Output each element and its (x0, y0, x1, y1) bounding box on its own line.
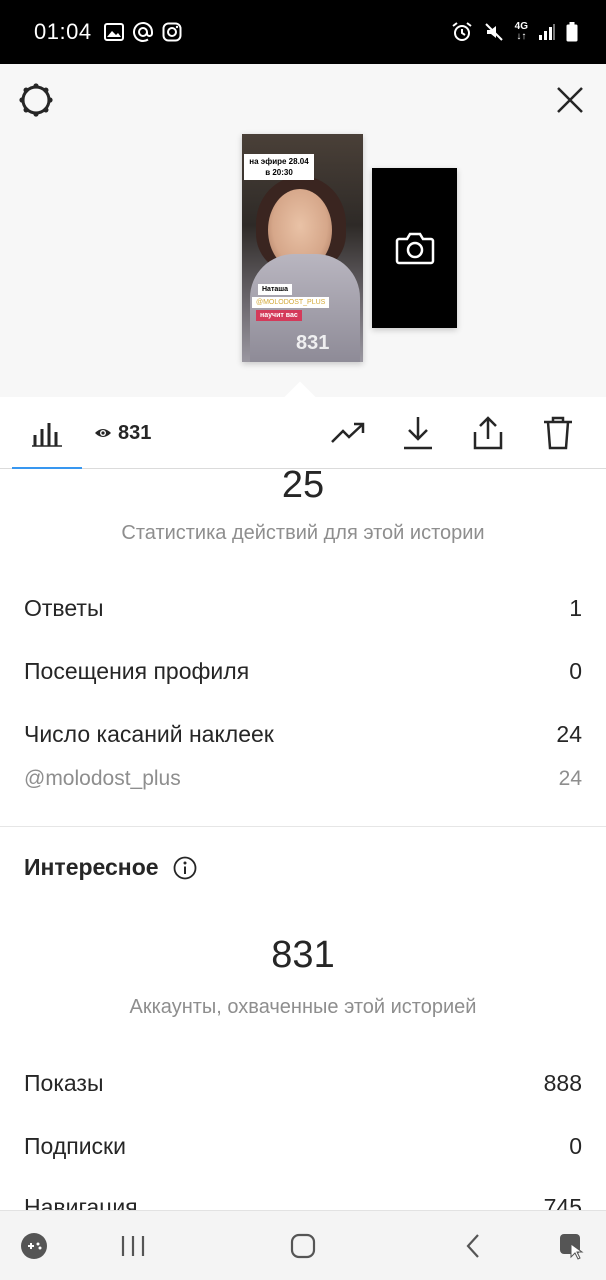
story-mention-sticker: @MOLODOST_PLUS (252, 297, 330, 308)
download-icon (404, 417, 432, 450)
stat-value: 24 (558, 767, 582, 790)
discovery-total: 831 (271, 934, 335, 976)
discovery-section-title: Интересное (24, 854, 197, 881)
touch-screenshot-icon (560, 1234, 584, 1260)
game-launcher-icon (21, 1233, 47, 1259)
tab-insights[interactable] (12, 397, 82, 469)
stat-value: 24 (556, 721, 582, 747)
status-system-icons: 4G ↓↑ (451, 21, 578, 43)
eye-icon (95, 429, 111, 437)
stat-row-follows: Подписки 0 (24, 1133, 582, 1160)
stat-value: 745 (543, 1194, 582, 1210)
gallery-icon (103, 23, 124, 41)
instagram-icon (162, 22, 182, 42)
screenshot-tool-button[interactable] (552, 1226, 592, 1266)
share-icon (473, 416, 503, 450)
viewers-count: 831 (118, 421, 152, 444)
mute-icon (484, 23, 503, 41)
system-nav-bar (0, 1210, 606, 1280)
discovery-title: Интересное (24, 854, 159, 880)
recent-apps-icon (121, 1236, 145, 1256)
status-time: 01:04 (34, 19, 92, 44)
status-bar: 01:04 4G ↓↑ (0, 0, 606, 64)
stat-row-profile-visits: Посещения профиля 0 (24, 658, 582, 685)
download-button[interactable] (398, 413, 438, 453)
share-button[interactable] (468, 413, 508, 453)
story-thumbnail[interactable]: на эфире 28.04 в 20:30 Наташа @MOLODOST_… (242, 134, 363, 362)
stat-value: 888 (543, 1070, 582, 1096)
stat-row-navigation: Навигация 745 (24, 1194, 582, 1210)
battery-icon (566, 22, 578, 42)
discovery-caption: Аккаунты, охваченные этой историей (129, 996, 477, 1018)
story-toolbar: 831 (0, 397, 606, 469)
back-icon (466, 1234, 479, 1258)
stat-label: Посещения профиля (24, 658, 250, 684)
add-story-camera-card[interactable] (372, 168, 457, 328)
camera-icon (395, 232, 434, 265)
actions-total: 25 (281, 470, 325, 506)
close-icon (557, 87, 583, 113)
home-button[interactable] (283, 1226, 323, 1266)
section-divider (0, 826, 606, 827)
stat-label: Подписки (24, 1133, 126, 1159)
signal-icon (539, 24, 555, 40)
tab-viewers[interactable]: 831 (94, 397, 151, 469)
stat-row-impressions: Показы 888 (24, 1070, 582, 1097)
story-live-sticker: на эфире 28.04 в 20:30 (244, 154, 314, 180)
insights-content[interactable]: 25 Статистика действий для этой истории … (0, 470, 606, 1210)
delete-button[interactable] (538, 413, 578, 453)
stat-label: Навигация (24, 1194, 138, 1210)
story-views-overlay: 831 (296, 332, 330, 354)
recent-apps-button[interactable] (113, 1226, 153, 1266)
game-launcher-button[interactable] (14, 1226, 54, 1266)
bar-chart-icon (32, 423, 62, 447)
promote-button[interactable] (328, 413, 368, 453)
stat-label: Число касаний наклеек (24, 721, 274, 747)
story-name-sticker: Наташа (258, 284, 292, 295)
at-sign-icon (132, 22, 153, 42)
stat-row-sticker-taps: Число касаний наклеек 24 (24, 721, 582, 748)
stat-row-mention-taps: @molodost_plus 24 (24, 767, 582, 791)
stat-value: 0 (569, 658, 582, 684)
stat-row-replies: Ответы 1 (24, 595, 582, 622)
trash-icon (544, 416, 572, 450)
network-type: 4G ↓↑ (514, 21, 528, 42)
close-button[interactable] (550, 80, 590, 120)
info-icon (173, 856, 196, 879)
status-notification-icons (103, 21, 182, 43)
stat-value: 0 (569, 1133, 582, 1159)
actions-caption: Статистика действий для этой истории (121, 522, 485, 544)
settings-button[interactable] (16, 80, 56, 120)
gear-icon (19, 83, 53, 117)
story-tag-sticker: научит вас (256, 310, 302, 321)
alarm-icon (452, 22, 472, 41)
stat-value: 1 (569, 595, 582, 621)
story-preview-area: на эфире 28.04 в 20:30 Наташа @MOLODOST_… (0, 64, 606, 413)
stat-label: @molodost_plus (24, 767, 181, 790)
home-icon (290, 1233, 316, 1259)
info-button[interactable] (173, 856, 197, 880)
active-tab-indicator (12, 467, 82, 469)
back-button[interactable] (453, 1226, 493, 1266)
trending-up-icon (331, 422, 365, 443)
stat-label: Показы (24, 1070, 104, 1096)
stat-label: Ответы (24, 595, 104, 621)
